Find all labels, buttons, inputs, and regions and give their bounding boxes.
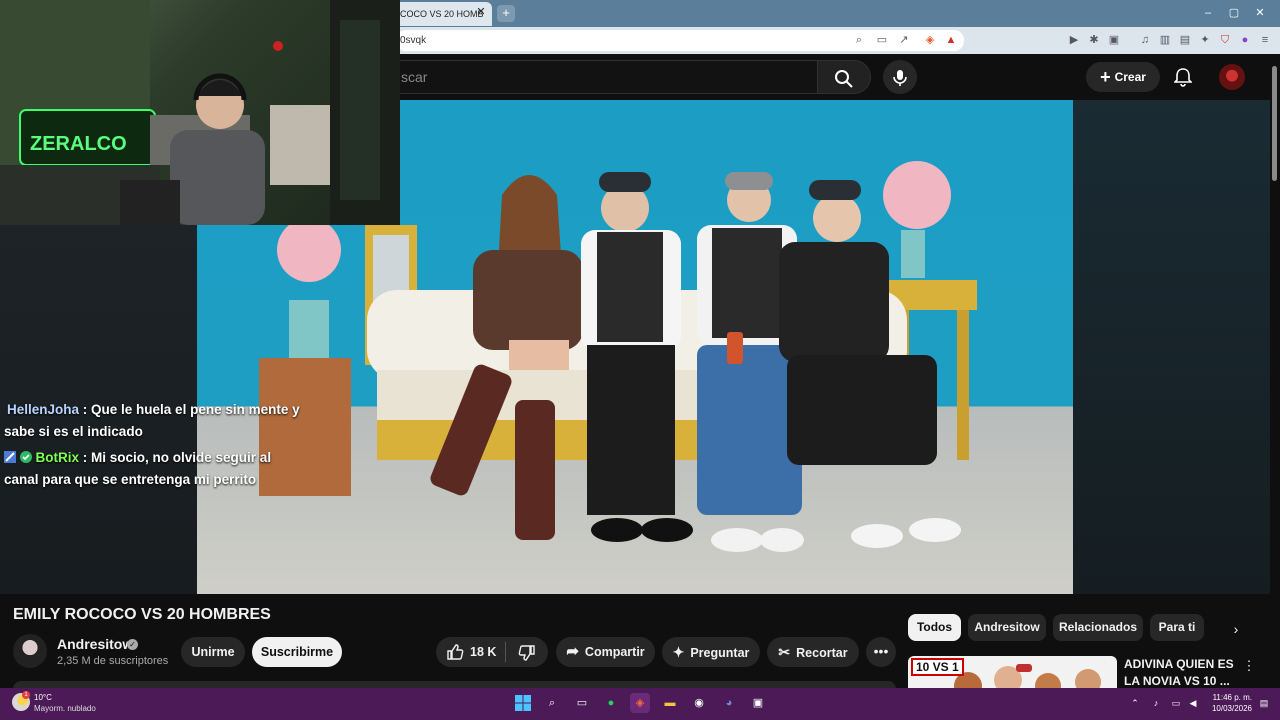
video-blur-right	[1073, 100, 1270, 594]
shield-icon[interactable]: ⛉	[1217, 32, 1233, 48]
clock-time: 11:46 p. m.	[1212, 693, 1252, 702]
bot-badge-icon	[4, 451, 16, 463]
subscriber-count: 2,35 M de suscriptores	[57, 655, 169, 667]
streamer-webcam: ZERALCO	[0, 0, 400, 225]
verified-badge-icon	[19, 451, 32, 463]
brave-rewards-icon[interactable]: ▲	[943, 32, 959, 48]
search-button[interactable]	[817, 60, 871, 94]
clip-button[interactable]: ✂ Recortar	[767, 637, 859, 667]
weather-temperature[interactable]: 10°C	[34, 693, 52, 702]
scissors-icon: ✂	[778, 644, 791, 660]
share-icon: ➦	[566, 643, 579, 660]
file-explorer-icon[interactable]: ▬	[660, 693, 680, 713]
sparkle-icon: ✦	[672, 644, 685, 660]
join-button[interactable]: Unirme	[181, 637, 245, 667]
channel-avatar[interactable]	[13, 634, 47, 668]
weather-description[interactable]: Mayorm. nublado	[34, 704, 96, 713]
vpn-icon[interactable]: ✦	[1197, 32, 1213, 48]
close-window-button[interactable]: ✕	[1251, 4, 1269, 22]
voice-search-button[interactable]	[883, 60, 917, 94]
obs-studio-icon[interactable]: ◉	[689, 693, 709, 713]
chevron-right-icon[interactable]: ›	[1226, 619, 1246, 639]
subscribe-button[interactable]: Suscribirme	[252, 637, 342, 667]
tray-chevron-up-icon[interactable]: ⌃	[1129, 697, 1141, 709]
chat-username: HellenJoha	[7, 402, 80, 417]
bookmark-icon[interactable]: ▣	[1106, 32, 1122, 48]
like-button[interactable]: 18 K	[436, 637, 506, 667]
verified-check-icon: ✓	[127, 639, 138, 650]
media-icon[interactable]: ▶	[1066, 32, 1082, 48]
new-tab-button[interactable]: +	[497, 5, 515, 22]
share-button[interactable]: ➦ Compartir	[556, 637, 655, 667]
webcam-illustration: ZERALCO	[0, 0, 400, 225]
clip-label: Recortar	[796, 646, 848, 660]
weather-alert-badge: 1	[22, 691, 30, 699]
chip-all[interactable]: Todos	[908, 614, 961, 641]
tab-close-icon[interactable]: ✕	[474, 5, 488, 19]
microphone-icon	[893, 70, 907, 87]
share-icon[interactable]: ↗	[896, 32, 912, 48]
create-button[interactable]: + Crear	[1086, 62, 1160, 92]
ask-button[interactable]: ✦ Preguntar	[662, 637, 760, 667]
system-clock[interactable]: 11:46 p. m. 10/03/2026	[1208, 692, 1252, 714]
video-title: EMILY ROCOCO VS 20 HOMBRES	[13, 606, 271, 623]
search-icon	[835, 70, 853, 88]
kick-app-icon[interactable]: ▣	[748, 693, 768, 713]
leo-icon[interactable]: ●	[1237, 32, 1253, 48]
cast-icon[interactable]: ▭	[874, 32, 890, 48]
chip-channel[interactable]: Andresitow	[968, 614, 1046, 641]
task-view-icon[interactable]: ▭	[572, 693, 592, 713]
minimize-button[interactable]: –	[1199, 4, 1217, 22]
scrollbar-thumb[interactable]	[1272, 66, 1277, 181]
discord-icon[interactable]: ◕	[719, 693, 739, 713]
chat-username: BotRix	[35, 450, 80, 465]
network-icon[interactable]: ▭	[1170, 697, 1182, 709]
brave-browser-icon[interactable]: ◈	[630, 693, 650, 713]
share-label: Compartir	[584, 645, 645, 659]
search-icon[interactable]: ⌕	[542, 693, 562, 713]
menu-icon[interactable]: ≡	[1257, 32, 1273, 48]
chip-related[interactable]: Relacionados	[1053, 614, 1143, 641]
search-input[interactable]: scar	[392, 60, 817, 94]
volume-icon[interactable]: ◀	[1187, 697, 1199, 709]
kebab-menu-icon[interactable]: ⋮	[1241, 657, 1257, 675]
more-actions-icon[interactable]: •••	[866, 637, 896, 667]
like-count: 18 K	[470, 645, 497, 659]
playlist-icon[interactable]: ♫	[1137, 32, 1153, 48]
plus-icon: +	[1100, 67, 1111, 87]
thumbs-up-icon	[447, 644, 464, 660]
sidebar-icon[interactable]: ▥	[1157, 32, 1173, 48]
channel-name[interactable]: Andresitow	[57, 636, 133, 652]
related-video-badge: 10 VS 1	[911, 658, 964, 676]
svg-text:ZERALCO: ZERALCO	[30, 133, 127, 155]
extensions-icon[interactable]: ✱	[1086, 32, 1102, 48]
brave-shields-icon[interactable]: ◈	[922, 32, 938, 48]
windows-start-icon[interactable]	[513, 693, 533, 713]
wallet-icon[interactable]: ▤	[1177, 32, 1193, 48]
microphone-tray-icon[interactable]: ♪	[1150, 697, 1162, 709]
dislike-button[interactable]	[506, 637, 548, 667]
create-label: Crear	[1114, 70, 1146, 84]
zoom-icon[interactable]: ⌕	[851, 32, 867, 48]
notification-center-icon[interactable]: ▤	[1258, 697, 1270, 709]
thumbs-down-icon	[518, 645, 535, 661]
clock-date: 10/03/2026	[1211, 704, 1252, 713]
chat-message: HellenJoha : Que le huela el pene sin me…	[4, 402, 300, 439]
chip-for-you[interactable]: Para ti	[1150, 614, 1204, 641]
spotify-icon[interactable]: ●	[601, 693, 621, 713]
chat-message: BotRix : Mi socio, no olvide seguir al c…	[4, 450, 272, 487]
account-avatar[interactable]	[1219, 64, 1245, 90]
related-video-title[interactable]: ADIVINA QUIEN ES LA NOVIA VS 10 ...	[1124, 656, 1234, 690]
ask-label: Preguntar	[690, 646, 750, 660]
notifications-bell-icon[interactable]	[1172, 65, 1194, 89]
maximize-button[interactable]: ▢	[1225, 4, 1243, 22]
